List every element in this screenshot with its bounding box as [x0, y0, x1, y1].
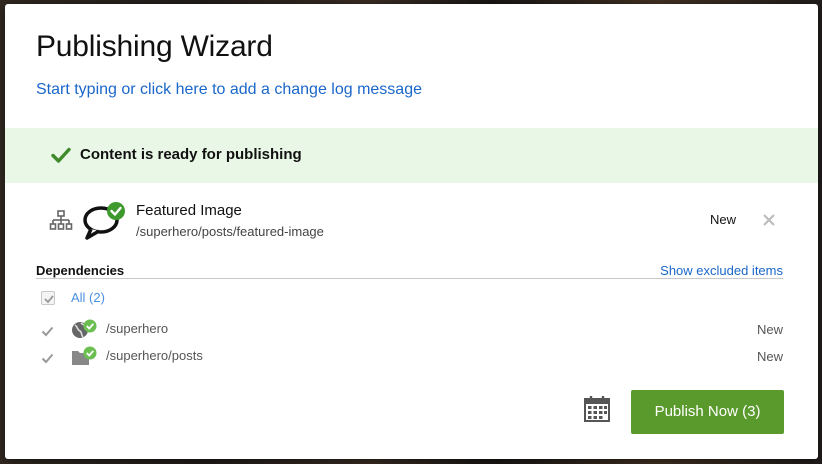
checkmark-icon	[51, 145, 71, 165]
dependencies-title: Dependencies	[36, 263, 125, 278]
sitemap-icon[interactable]	[49, 209, 73, 233]
show-excluded-link[interactable]: Show excluded items	[660, 263, 783, 278]
dependencies-header: Dependencies Show excluded items	[36, 262, 783, 279]
publish-item-row: Featured Image /superhero/posts/featured…	[5, 194, 818, 254]
calendar-icon[interactable]	[583, 395, 611, 423]
dependency-path: /superhero/posts	[106, 348, 203, 363]
select-all-checkbox[interactable]	[41, 291, 55, 305]
dependency-path: /superhero	[106, 321, 169, 336]
publishing-wizard-dialog: Publishing Wizard Start typing or click …	[5, 4, 818, 459]
changelog-message-link[interactable]: Start typing or click here to add a chan…	[36, 81, 422, 99]
item-path: /superhero/posts/featured-image	[136, 224, 324, 239]
dependency-status: New	[756, 349, 783, 364]
select-all-row: All (2)	[41, 289, 241, 309]
dependency-row: /superhero/posts New	[41, 346, 783, 368]
checkmark-icon[interactable]	[41, 324, 54, 337]
folder-icon	[71, 346, 99, 366]
item-status: New	[710, 212, 737, 227]
dialog-title: Publishing Wizard	[36, 30, 273, 63]
checkmark-icon[interactable]	[41, 351, 54, 364]
ready-status-banner: Content is ready for publishing	[5, 128, 818, 183]
dependency-row: /superhero New	[41, 319, 783, 341]
globe-icon	[71, 319, 99, 339]
select-all-label[interactable]: All (2)	[71, 290, 105, 305]
chat-bubble-icon	[82, 200, 128, 240]
ready-message: Content is ready for publishing	[80, 146, 302, 163]
item-name: Featured Image	[136, 202, 242, 219]
publish-now-button[interactable]: Publish Now (3)	[631, 390, 784, 434]
dependency-status: New	[756, 322, 783, 337]
close-icon[interactable]	[762, 213, 776, 227]
